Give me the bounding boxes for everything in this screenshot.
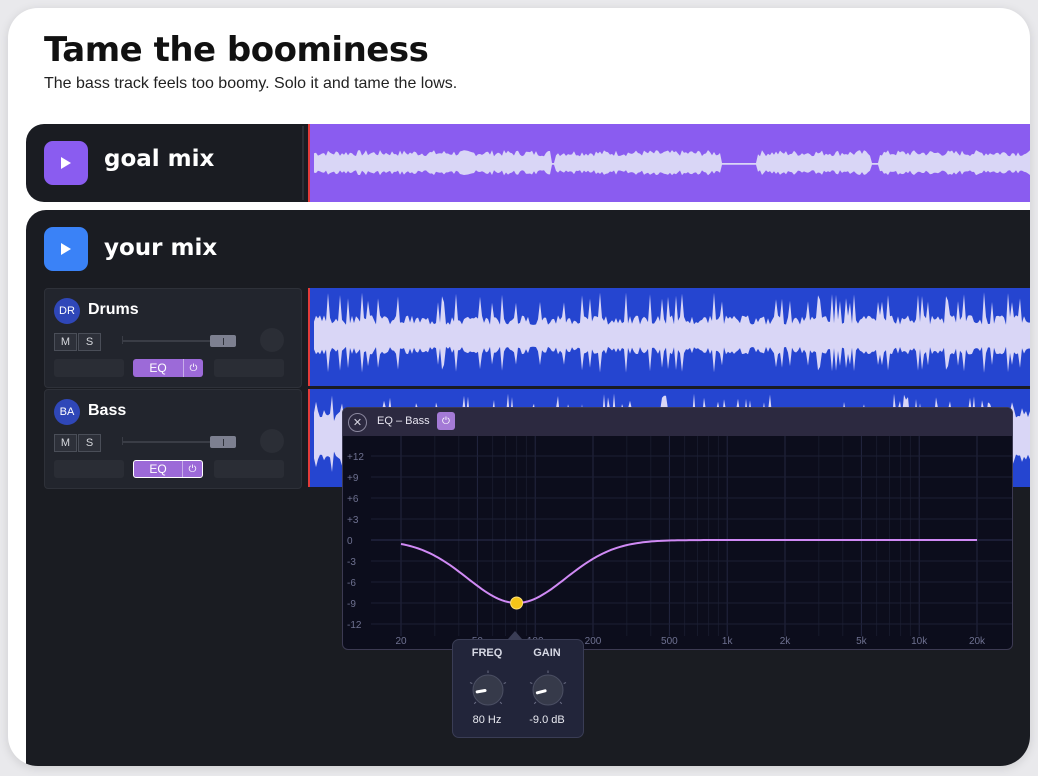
freq-tick-label: 20: [395, 636, 407, 647]
gain-value: -9.0 dB: [529, 714, 565, 726]
track-name: Bass: [88, 402, 127, 419]
knob-tick: [499, 701, 503, 705]
insert-slot[interactable]: [214, 460, 284, 478]
knob-tick: [533, 701, 537, 705]
insert-slot[interactable]: [54, 460, 124, 478]
eq-label: EQ: [149, 462, 167, 476]
db-tick-label: +6: [347, 494, 359, 505]
freq-label: FREQ: [471, 647, 503, 659]
freq-knob-group: FREQ 80 Hz: [457, 640, 517, 737]
knob-tick: [563, 682, 567, 684]
goal-mix-panel: goal mix: [26, 124, 1030, 202]
solo-button[interactable]: S: [78, 434, 101, 452]
knob-pointer: [475, 689, 487, 694]
knob-tick: [529, 682, 533, 684]
goal-waveform-svg: [314, 150, 1030, 176]
db-tick-label: +9: [347, 473, 359, 484]
knob-tick: [559, 701, 563, 705]
knob-tick: [469, 682, 473, 684]
freq-tick-label: 200: [585, 636, 602, 647]
db-tick-label: 0: [347, 536, 353, 547]
drums-waveform[interactable]: [308, 288, 1030, 386]
power-icon[interactable]: ⏻: [437, 412, 455, 430]
your-mix-label: your mix: [104, 235, 218, 261]
solo-button[interactable]: S: [78, 333, 101, 351]
insert-slot[interactable]: [54, 359, 124, 377]
track-avatar: BA: [54, 399, 80, 425]
knob-body: [472, 674, 504, 706]
play-icon: [61, 157, 71, 169]
goal-divider: [302, 126, 304, 200]
knob-body: [532, 674, 564, 706]
freq-knob[interactable]: [468, 670, 508, 710]
pan-knob[interactable]: [260, 429, 284, 453]
track-strip-bass: BA Bass M S EQ ⏻: [44, 389, 302, 489]
eq-button-active[interactable]: EQ ⏻: [133, 460, 203, 478]
volume-fader-handle[interactable]: [210, 335, 236, 347]
db-tick-label: +12: [347, 452, 364, 463]
db-tick-label: -9: [347, 599, 356, 610]
gain-label: GAIN: [533, 647, 561, 659]
eq-label: EQ: [149, 361, 167, 375]
track-strip-drums: DR Drums M S EQ ⏻: [44, 288, 302, 388]
track-avatar: DR: [54, 298, 80, 324]
goal-play-button[interactable]: [44, 141, 88, 185]
eq-band-node: [510, 596, 524, 610]
db-tick-label: -3: [347, 557, 356, 568]
freq-value: 80 Hz: [472, 714, 502, 726]
page-subtitle: The bass track feels too boomy. Solo it …: [44, 75, 458, 92]
knob-pointer: [535, 689, 547, 695]
goal-mix-label: goal mix: [104, 146, 215, 172]
knob-tick: [473, 701, 477, 705]
freq-tick-label: 10k: [911, 636, 928, 647]
your-play-button[interactable]: [44, 227, 88, 271]
freq-tick-label: 500: [661, 636, 678, 647]
db-tick-label: -12: [347, 620, 362, 631]
power-icon[interactable]: ⏻: [182, 461, 202, 477]
close-icon[interactable]: ✕: [348, 413, 367, 432]
db-tick-label: -6: [347, 578, 356, 589]
gain-knob[interactable]: [528, 670, 568, 710]
popup-arrow: [508, 631, 522, 639]
page-title: Tame the boominess: [44, 30, 429, 70]
volume-fader-handle[interactable]: [210, 436, 236, 448]
waveform-shape: [314, 150, 1030, 176]
band-knob-popup: FREQ 80 Hz GAIN -9.0 dB: [452, 639, 584, 738]
eq-graph[interactable]: +12+9+6+30-3-6-9-1220501002005001k2k5k10…: [343, 436, 1012, 649]
freq-tick-label: 20k: [969, 636, 986, 647]
eq-curve: [400, 539, 977, 605]
eq-titlebar[interactable]: ✕ EQ – Bass ⏻: [343, 408, 1012, 436]
eq-panel: ✕ EQ – Bass ⏻ +12+9+6+30-3-6-9-122050100…: [342, 407, 1013, 650]
gain-knob-group: GAIN -9.0 dB: [517, 640, 577, 737]
pan-knob[interactable]: [260, 328, 284, 352]
eq-panel-title: EQ – Bass: [377, 415, 430, 427]
insert-slot[interactable]: [214, 359, 284, 377]
freq-tick-label: 1k: [722, 636, 734, 647]
track-name: Drums: [88, 301, 139, 318]
waveform-shape: [314, 292, 1030, 373]
drums-waveform-svg: [314, 292, 1030, 373]
play-icon: [61, 243, 71, 255]
knob-tick: [503, 682, 507, 684]
goal-waveform[interactable]: [308, 124, 1030, 202]
freq-tick-label: 5k: [856, 636, 868, 647]
mute-button[interactable]: M: [54, 333, 77, 351]
freq-tick-label: 2k: [780, 636, 792, 647]
mute-button[interactable]: M: [54, 434, 77, 452]
eq-button[interactable]: EQ ⏻: [133, 359, 203, 377]
power-icon[interactable]: ⏻: [183, 359, 203, 377]
db-tick-label: +3: [347, 515, 359, 526]
